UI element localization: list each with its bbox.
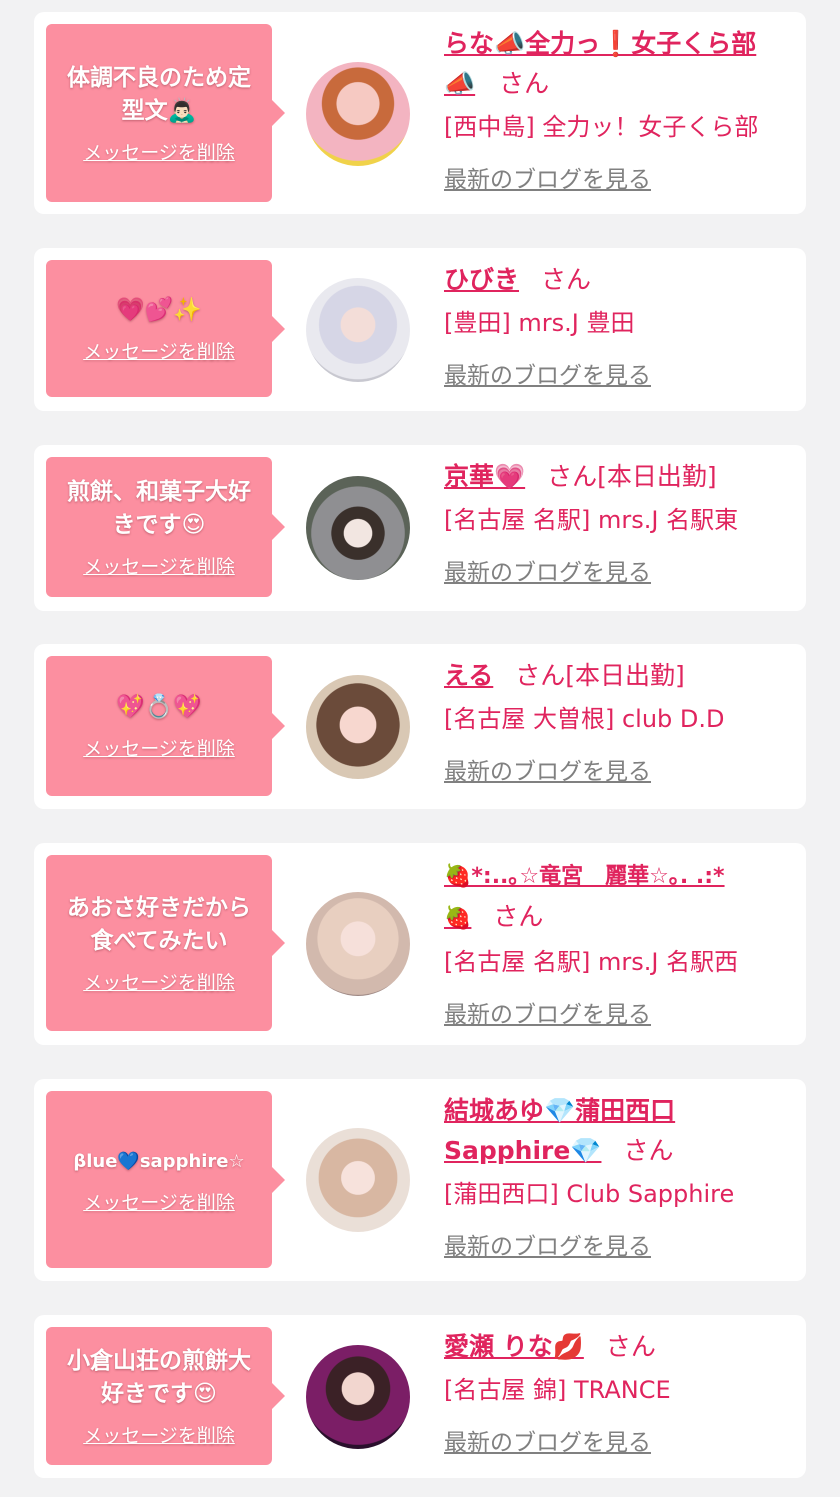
avatar[interactable]: [306, 892, 410, 996]
message-bubble: 💖💍💖 メッセージを削除: [46, 656, 285, 796]
name-line: ひびき さん: [444, 260, 796, 300]
name-line: らな📣全力っ❗女子くら部 📣 さん: [444, 24, 796, 104]
message-card: 煎餅、和菓子大好 きです😍 メッセージを削除 京華💗 さん[本日出勤] [名古屋 …: [34, 445, 806, 611]
san-label: さん: [605, 1332, 656, 1361]
message-card: あおさ好きだから 食べてみたい メッセージを削除 🍓*:..｡☆竜宮 麗華☆｡.…: [34, 843, 806, 1045]
message-card: 小倉山荘の煎餅大 好きです😍 メッセージを削除 愛瀬 りな💋 さん [名古屋 錦]…: [34, 1315, 806, 1478]
delete-message-link[interactable]: メッセージを削除: [83, 337, 235, 364]
shop-name: [蒲田西口] Club Sapphire: [444, 1180, 735, 1208]
latest-blog-link[interactable]: 最新のブログを見る: [444, 1423, 651, 1457]
shop-name: [西中島] 全力ッ！女子くら部: [444, 113, 759, 141]
message-bubble: βlue💙sapphire☆ メッセージを削除: [46, 1091, 285, 1268]
avatar[interactable]: [306, 476, 410, 580]
message-text: 小倉山荘の煎餅大 好きです😍: [67, 1347, 251, 1407]
san-label: さん: [623, 1136, 674, 1165]
cast-name-link[interactable]: 愛瀬 りな💋: [444, 1332, 584, 1361]
san-label: さん: [493, 902, 544, 931]
latest-blog-link[interactable]: 最新のブログを見る: [444, 160, 651, 194]
cast-name-link[interactable]: ひびき: [444, 265, 519, 294]
latest-blog-link[interactable]: 最新のブログを見る: [444, 752, 651, 786]
san-label: さん: [515, 661, 566, 690]
message-card: 💖💍💖 メッセージを削除 える さん[本日出勤] [名古屋 大曽根] club D…: [34, 644, 806, 809]
san-label: さん: [541, 265, 592, 294]
message-bubble: 煎餅、和菓子大好 きです😍 メッセージを削除: [46, 457, 285, 597]
shop-name: [豊田] mrs.J 豊田: [444, 309, 635, 337]
profile-info: 結城あゆ💎蒲田西口 Sapphire💎 さん [蒲田西口] Club Sapphi…: [444, 1091, 796, 1261]
message-text: 💖💍💖: [116, 694, 202, 720]
name-line: 結城あゆ💎蒲田西口 Sapphire💎 さん: [444, 1091, 796, 1171]
shop-name: [名古屋 大曽根] club D.D: [444, 705, 725, 733]
message-bubble: 小倉山荘の煎餅大 好きです😍 メッセージを削除: [46, 1327, 285, 1465]
status-badge: [本日出勤]: [597, 462, 717, 491]
delete-message-link[interactable]: メッセージを削除: [83, 138, 235, 165]
message-text: βlue💙sapphire☆: [73, 1150, 245, 1172]
profile-info: 京華💗 さん[本日出勤] [名古屋 名駅] mrs.J 名駅東 最新のブログを見る: [444, 457, 796, 587]
profile-info: らな📣全力っ❗女子くら部 📣 さん [西中島] 全力ッ！女子くら部 最新のブログを…: [444, 24, 796, 194]
latest-blog-link[interactable]: 最新のブログを見る: [444, 553, 651, 587]
message-card: 💗💕✨ メッセージを削除 ひびき さん [豊田] mrs.J 豊田 最新のブログを…: [34, 248, 806, 411]
message-card: 体調不良のため定 型文🙇🏻‍♂️ メッセージを削除 らな📣全力っ❗女子くら部 📣…: [34, 12, 806, 214]
message-text: 体調不良のため定 型文🙇🏻‍♂️: [67, 64, 251, 124]
latest-blog-link[interactable]: 最新のブログを見る: [444, 1227, 651, 1261]
name-line: 愛瀬 りな💋 さん: [444, 1327, 796, 1367]
avatar[interactable]: [306, 1345, 410, 1449]
profile-info: ひびき さん [豊田] mrs.J 豊田 最新のブログを見る: [444, 260, 796, 390]
delete-message-link[interactable]: メッセージを削除: [83, 552, 235, 579]
cast-name-link[interactable]: 京華💗: [444, 462, 525, 491]
delete-message-link[interactable]: メッセージを削除: [83, 734, 235, 761]
message-text: あおさ好きだから 食べてみたい: [67, 894, 251, 954]
latest-blog-link[interactable]: 最新のブログを見る: [444, 356, 651, 390]
name-line: 京華💗 さん[本日出勤]: [444, 457, 796, 497]
profile-info: 愛瀬 りな💋 さん [名古屋 錦] TRANCE 最新のブログを見る: [444, 1327, 796, 1457]
cast-name-link[interactable]: らな📣全力っ❗女子くら部 📣: [444, 29, 756, 98]
avatar[interactable]: [306, 1128, 410, 1232]
message-list: 体調不良のため定 型文🙇🏻‍♂️ メッセージを削除 らな📣全力っ❗女子くら部 📣…: [0, 0, 840, 1497]
message-bubble: 体調不良のため定 型文🙇🏻‍♂️ メッセージを削除: [46, 24, 285, 202]
profile-info: 🍓*:..｡☆竜宮 麗華☆｡. .:* 🍓 さん [名古屋 名駅] mrs.J 名…: [444, 855, 796, 1029]
message-card: βlue💙sapphire☆ メッセージを削除 結城あゆ💎蒲田西口 Sapphi…: [34, 1079, 806, 1281]
avatar[interactable]: [306, 62, 410, 166]
delete-message-link[interactable]: メッセージを削除: [83, 1421, 235, 1448]
san-label: さん: [547, 462, 598, 491]
name-line: える さん[本日出勤]: [444, 656, 796, 696]
cast-name-link[interactable]: 🍓*:..｡☆竜宮 麗華☆｡. .:* 🍓: [444, 864, 725, 931]
avatar[interactable]: [306, 278, 410, 382]
message-text: 💗💕✨: [116, 296, 202, 323]
profile-info: える さん[本日出勤] [名古屋 大曽根] club D.D 最新のブログを見る: [444, 656, 796, 786]
status-badge: [本日出勤]: [565, 661, 685, 690]
san-label: さん: [499, 69, 550, 98]
message-bubble: 💗💕✨ メッセージを削除: [46, 260, 285, 397]
cast-name-link[interactable]: える: [444, 661, 493, 690]
shop-name: [名古屋 錦] TRANCE: [444, 1376, 671, 1404]
shop-name: [名古屋 名駅] mrs.J 名駅西: [444, 948, 739, 976]
message-text: 煎餅、和菓子大好 きです😍: [67, 478, 251, 538]
delete-message-link[interactable]: メッセージを削除: [83, 1188, 235, 1215]
name-line: 🍓*:..｡☆竜宮 麗華☆｡. .:* 🍓 さん: [444, 855, 796, 939]
delete-message-link[interactable]: メッセージを削除: [83, 968, 235, 995]
message-bubble: あおさ好きだから 食べてみたい メッセージを削除: [46, 855, 285, 1031]
avatar[interactable]: [306, 675, 410, 779]
latest-blog-link[interactable]: 最新のブログを見る: [444, 995, 651, 1029]
shop-name: [名古屋 名駅] mrs.J 名駅東: [444, 506, 739, 534]
